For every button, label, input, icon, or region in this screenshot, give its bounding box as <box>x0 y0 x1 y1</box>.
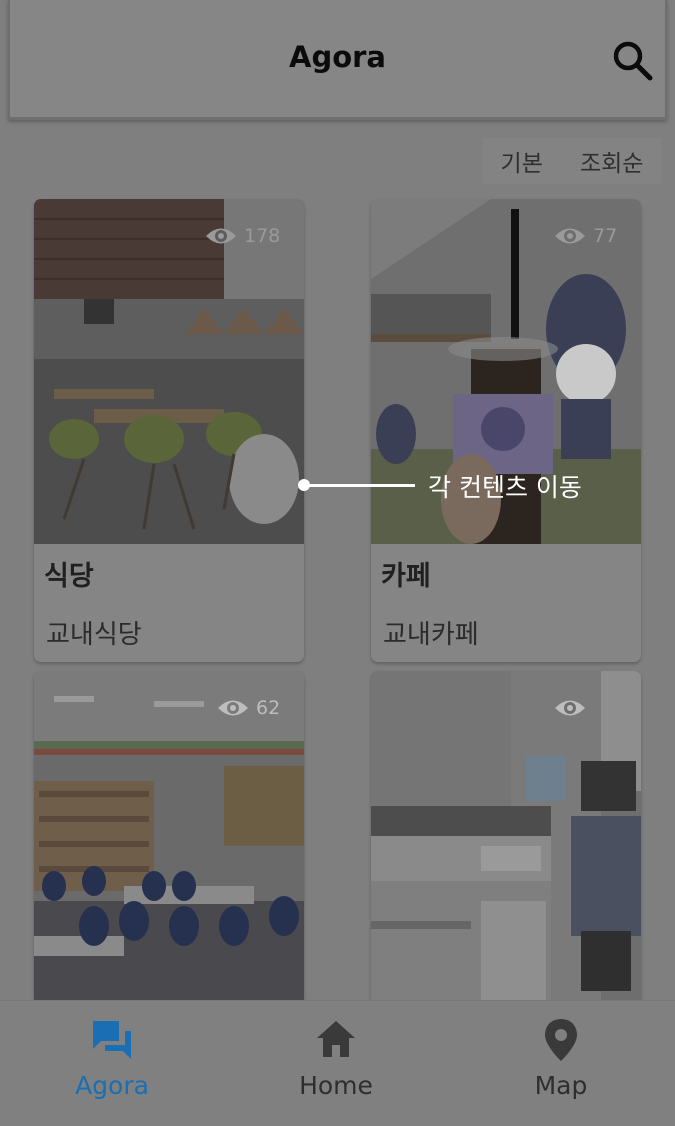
view-count: 178 <box>204 225 280 247</box>
card-title: 식당 <box>44 561 94 592</box>
content-card-cafe[interactable]: 77 카페 교내카페 <box>371 199 641 662</box>
home-icon <box>317 1021 355 1057</box>
nav-item-agora[interactable]: Agora <box>42 1017 182 1100</box>
location-pin-icon <box>545 1019 577 1061</box>
search-icon[interactable] <box>610 38 656 84</box>
eye-icon <box>206 228 236 244</box>
card-title: 카페 <box>381 561 431 592</box>
eye-icon <box>555 228 585 244</box>
nav-item-home[interactable]: Home <box>266 1017 406 1100</box>
view-count-value: 62 <box>256 697 281 719</box>
chat-bubbles-icon <box>93 1021 131 1059</box>
nav-label-map: Map <box>534 1071 588 1100</box>
content-card-convenience-store[interactable]: 62 <box>34 671 304 1000</box>
nav-label-agora: Agora <box>75 1071 149 1100</box>
card-image: 178 <box>34 199 304 544</box>
card-description: 교내카페 <box>383 620 479 650</box>
nav-item-map[interactable]: Map <box>491 1017 631 1100</box>
card-description: 교내식당 <box>46 620 142 650</box>
callout-text: 각 컨텐츠 이동 <box>428 473 582 502</box>
app-bar: Agora <box>8 0 667 120</box>
content-card-printer[interactable] <box>371 671 641 1000</box>
callout-line <box>305 484 415 487</box>
view-count-value: 77 <box>593 225 618 247</box>
content-card-restaurant[interactable]: 178 식당 교내식당 <box>34 199 304 662</box>
view-count: 62 <box>216 697 280 719</box>
page-title: Agora <box>289 40 386 74</box>
view-count <box>553 697 593 719</box>
view-count-value: 178 <box>244 225 281 247</box>
nav-label-home: Home <box>299 1071 373 1100</box>
card-image <box>371 671 641 1000</box>
view-count: 77 <box>553 225 617 247</box>
sort-views-option[interactable]: 조회순 <box>580 144 643 178</box>
sort-options: 기본 조회순 <box>482 138 662 184</box>
bottom-navigation: Agora Home Map <box>0 1000 675 1126</box>
sort-default-option[interactable]: 기본 <box>501 144 543 178</box>
eye-icon <box>218 700 248 716</box>
card-image: 62 <box>34 671 304 1000</box>
eye-icon <box>555 700 585 716</box>
